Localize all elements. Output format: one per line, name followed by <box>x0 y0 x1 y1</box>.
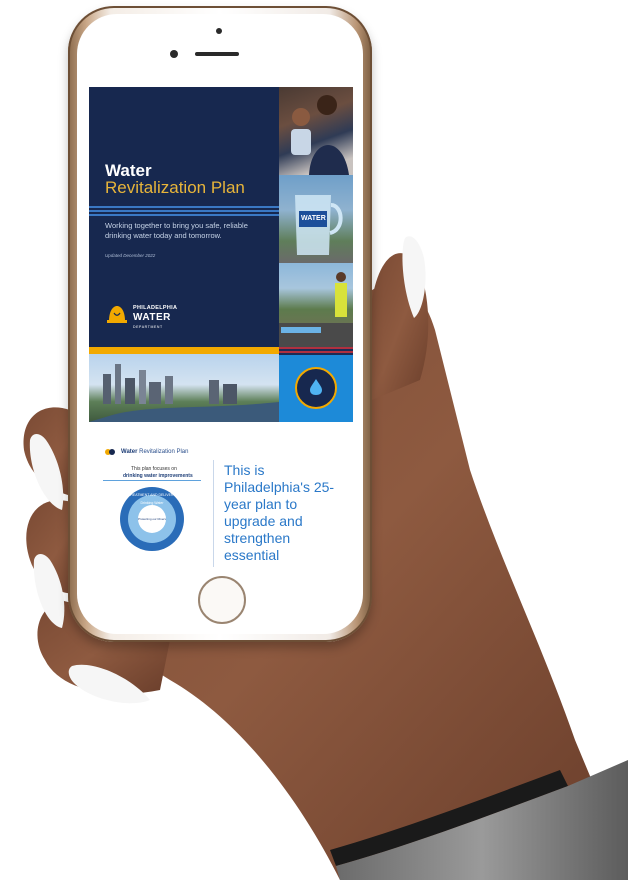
photo-woman-drinking <box>279 87 353 175</box>
wheel-mid-label: Drinking Water <box>140 501 164 505</box>
focus-caption-line1: This plan focuses on <box>131 466 177 472</box>
gold-accent-bar <box>89 347 279 354</box>
plan-focus-wheel: TREATMENT AND DELIVERY Drinking Water Pr… <box>120 487 184 551</box>
focus-caption-line2: drinking water improvements <box>123 473 193 479</box>
cover-title-plan: Revitalization Plan <box>105 178 245 197</box>
water-drop-icon <box>310 379 322 395</box>
stripe-accent <box>279 347 353 355</box>
logo-line-3: DEPARTMENT <box>133 325 163 329</box>
liberty-bell-logo-icon <box>107 306 127 323</box>
front-camera-icon <box>216 28 222 34</box>
wheel-inner-label: Protecting our Rivers <box>138 517 167 521</box>
photo-scene: Water Revitalization Plan Working togeth… <box>0 0 628 880</box>
sensor-icon <box>170 50 178 58</box>
photo-water-pitcher: WATER <box>279 175 353 263</box>
photo-street-workers <box>279 263 353 347</box>
cover-tagline: Working together to bring you safe, reli… <box>105 221 248 240</box>
earpiece-speaker <box>195 52 239 56</box>
water-drop-tile <box>279 355 353 422</box>
intro-statement: This is Philadelphia's 25-year plan to u… <box>224 462 335 563</box>
home-button[interactable] <box>198 576 246 624</box>
cover-panel: Water Revitalization Plan Working togeth… <box>89 87 279 347</box>
drop-badge <box>295 367 337 409</box>
phone-screen: Water Revitalization Plan Working togeth… <box>89 87 353 567</box>
photo-philadelphia-skyline <box>89 354 279 422</box>
title-rule <box>89 210 279 212</box>
page-two-brand-rest: Revitalization Plan <box>139 449 189 455</box>
logo-line-2: WATER <box>133 312 171 323</box>
title-rule <box>89 214 279 216</box>
page-two-header: Water Revitalization Plan <box>121 449 188 455</box>
page-two-brand: Water <box>121 449 138 455</box>
wheel-outer-label: TREATMENT AND DELIVERY <box>128 493 176 497</box>
pwd-mini-logo-icon <box>105 449 115 455</box>
updated-date: Updated December 2022 <box>105 253 156 258</box>
logo-line-1: PHILADELPHIA <box>133 305 178 311</box>
plan-page-two: Water Revitalization Plan This plan focu… <box>89 422 353 567</box>
page-divider <box>213 460 214 567</box>
focus-rule <box>103 480 201 481</box>
pitcher-label: WATER <box>301 215 326 222</box>
title-rule <box>89 206 279 208</box>
